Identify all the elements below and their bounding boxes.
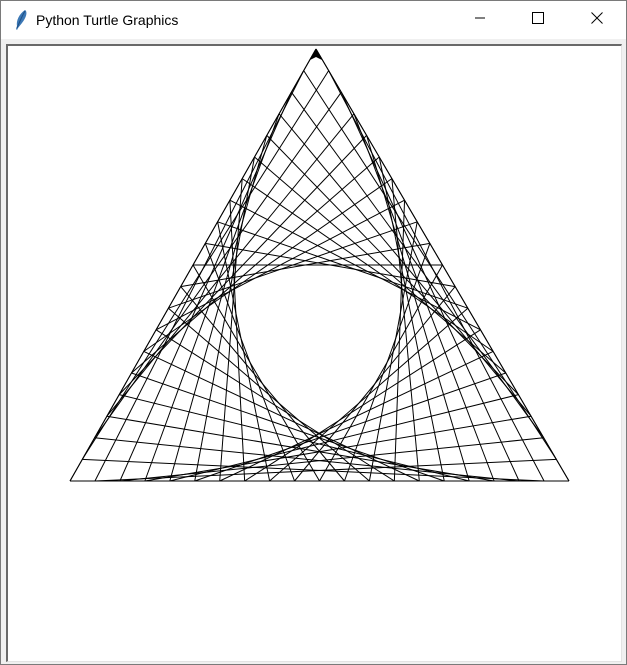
envelope-line bbox=[353, 113, 495, 482]
turtle-cursor-icon bbox=[310, 49, 322, 60]
turtle-canvas[interactable] bbox=[8, 46, 621, 661]
minimize-button[interactable] bbox=[451, 1, 509, 39]
envelope-line bbox=[340, 91, 520, 482]
maximize-button[interactable] bbox=[509, 1, 567, 39]
envelope-line bbox=[94, 437, 520, 482]
maximize-icon bbox=[532, 11, 544, 29]
close-icon bbox=[591, 11, 603, 29]
window-title: Python Turtle Graphics bbox=[36, 12, 179, 28]
title-bar[interactable]: Python Turtle Graphics bbox=[1, 1, 626, 39]
close-button[interactable] bbox=[568, 1, 626, 39]
feather-icon bbox=[13, 9, 29, 31]
minimize-icon bbox=[474, 11, 486, 29]
turtle-canvas-frame bbox=[6, 44, 622, 662]
envelope-line bbox=[328, 70, 545, 482]
app-window: Python Turtle Graphics bbox=[0, 0, 627, 665]
